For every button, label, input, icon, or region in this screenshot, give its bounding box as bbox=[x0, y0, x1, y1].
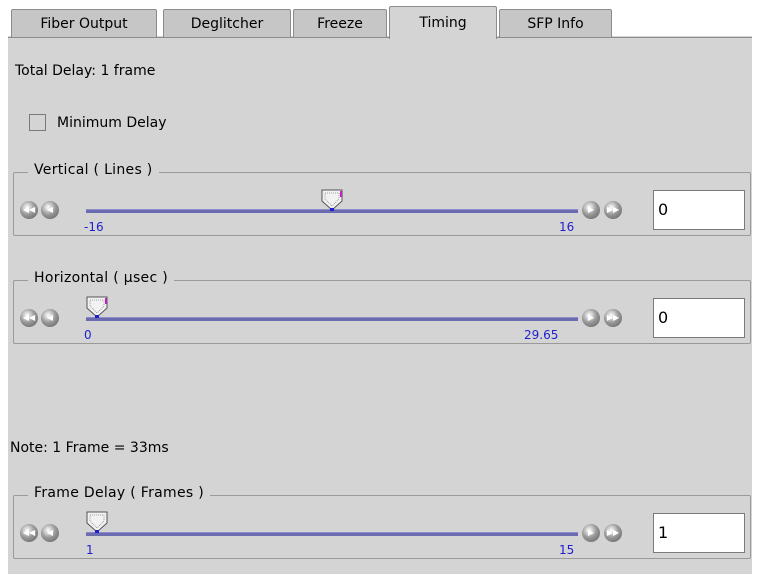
frame-delay-group: Frame Delay ( Frames ) bbox=[13, 485, 751, 559]
tab-sfp-info[interactable]: SFP Info bbox=[499, 9, 612, 38]
note-label: Note: 1 Frame = 33ms bbox=[10, 440, 169, 456]
frame-delay-max-label: 15 bbox=[559, 543, 575, 557]
tab-label: Fiber Output bbox=[40, 16, 128, 32]
tab-label: Timing bbox=[419, 15, 467, 31]
total-delay-label: Total Delay: 1 frame bbox=[15, 63, 156, 79]
frame-delay-slider-thumb[interactable] bbox=[86, 511, 108, 533]
tab-timing[interactable]: Timing bbox=[389, 6, 497, 39]
tab-label: SFP Info bbox=[527, 16, 584, 32]
vertical-step-back-button[interactable]: ◀ bbox=[41, 201, 59, 219]
frame-delay-step-forward-button[interactable]: ▶ bbox=[582, 524, 600, 542]
horizontal-fast-forward-button[interactable]: ▶▶ bbox=[604, 309, 622, 327]
vertical-rewind-button[interactable]: ◀◀ bbox=[20, 201, 38, 219]
horizontal-max-label: 29.65 bbox=[524, 328, 559, 342]
vertical-max-label: 16 bbox=[559, 220, 575, 234]
frame-delay-value-input[interactable]: 1 bbox=[653, 513, 745, 553]
minimum-delay-label: Minimum Delay bbox=[57, 115, 167, 131]
horizontal-group-title: Horizontal ( µsec ) bbox=[28, 270, 174, 286]
horizontal-slider-track[interactable] bbox=[86, 317, 578, 321]
vertical-min-label: -16 bbox=[84, 220, 104, 234]
tab-divider bbox=[8, 37, 752, 38]
tab-freeze[interactable]: Freeze bbox=[293, 9, 387, 38]
tab-fiber-output[interactable]: Fiber Output bbox=[11, 9, 157, 38]
vertical-step-forward-button[interactable]: ▶ bbox=[582, 201, 600, 219]
vertical-value-input[interactable]: 0 bbox=[653, 190, 745, 230]
vertical-slider-thumb[interactable] bbox=[321, 189, 343, 211]
tab-bar: Fiber Output Deglitcher Freeze Timing SF… bbox=[8, 6, 752, 39]
vertical-group: Vertical ( Lines ) bbox=[13, 162, 751, 236]
horizontal-step-back-button[interactable]: ◀ bbox=[41, 309, 59, 327]
frame-delay-fast-forward-button[interactable]: ▶▶ bbox=[604, 524, 622, 542]
horizontal-value-input[interactable]: 0 bbox=[653, 298, 745, 338]
minimum-delay-checkbox[interactable] bbox=[29, 114, 46, 131]
tab-label: Freeze bbox=[317, 16, 363, 32]
frame-delay-slider-track[interactable] bbox=[86, 532, 578, 536]
frame-delay-step-back-button[interactable]: ◀ bbox=[41, 524, 59, 542]
frame-delay-rewind-button[interactable]: ◀◀ bbox=[20, 524, 38, 542]
horizontal-rewind-button[interactable]: ◀◀ bbox=[20, 309, 38, 327]
horizontal-min-label: 0 bbox=[84, 328, 92, 342]
horizontal-step-forward-button[interactable]: ▶ bbox=[582, 309, 600, 327]
tab-deglitcher[interactable]: Deglitcher bbox=[163, 9, 291, 38]
tab-label: Deglitcher bbox=[190, 16, 264, 32]
frame-delay-min-label: 1 bbox=[86, 543, 94, 557]
vertical-group-title: Vertical ( Lines ) bbox=[28, 162, 159, 178]
frame-delay-group-title: Frame Delay ( Frames ) bbox=[28, 485, 211, 501]
horizontal-group: Horizontal ( µsec ) bbox=[13, 270, 751, 344]
vertical-fast-forward-button[interactable]: ▶▶ bbox=[604, 201, 622, 219]
horizontal-slider-thumb[interactable] bbox=[86, 296, 108, 318]
